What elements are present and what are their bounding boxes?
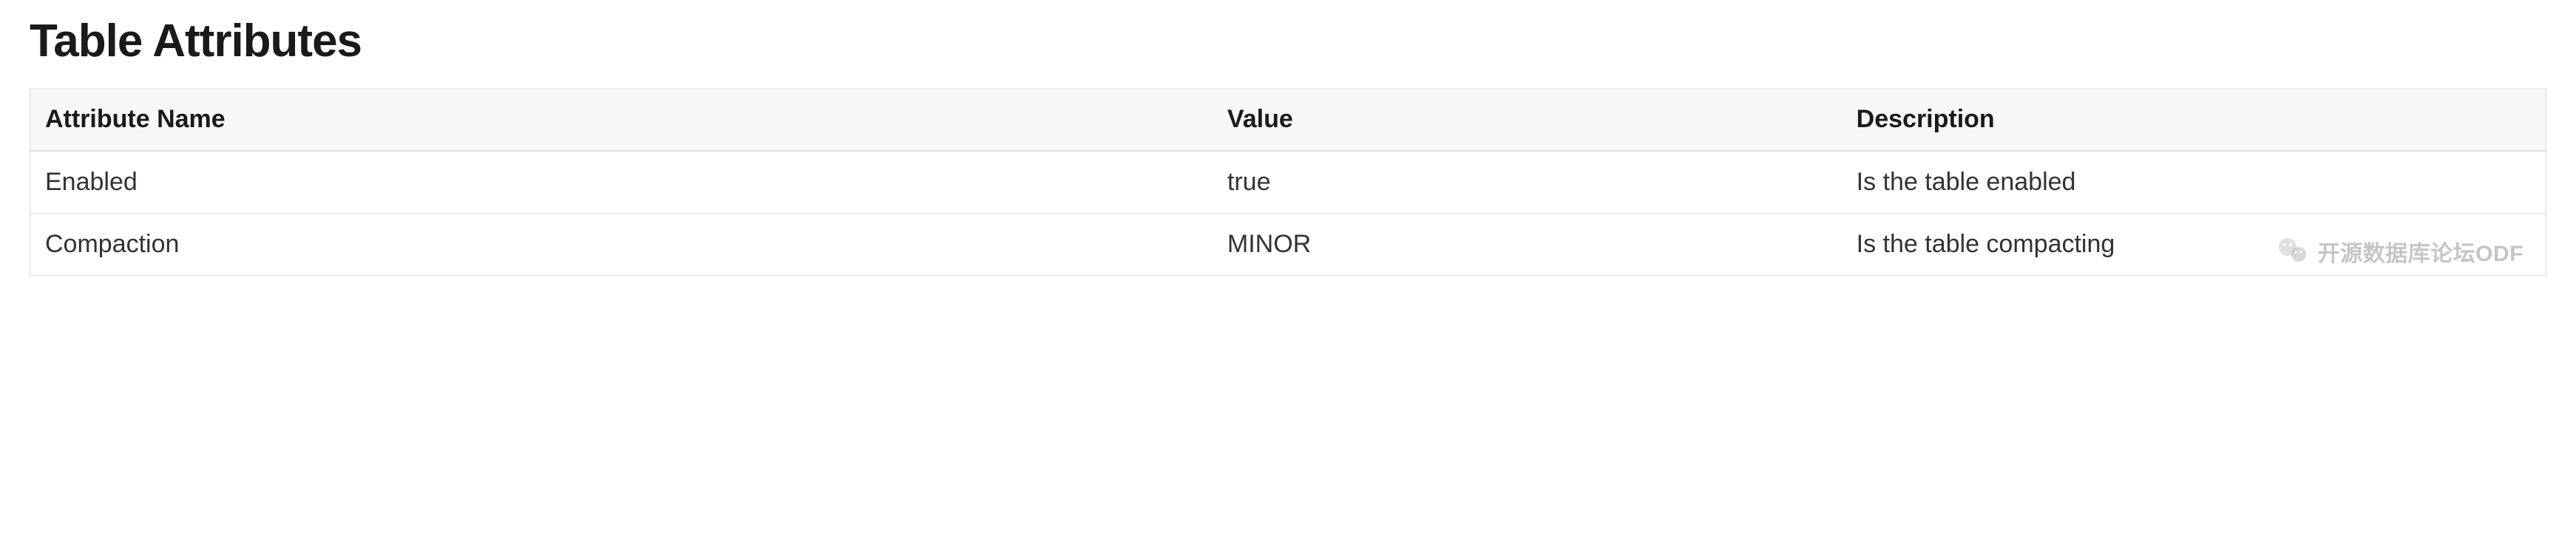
table-row: Compaction MINOR Is the table compacting…: [30, 214, 2546, 276]
table-row: Enabled true Is the table enabled: [30, 151, 2546, 214]
watermark-text: 开源数据库论坛ODF: [2318, 235, 2524, 268]
cell-attribute-value: true: [1213, 151, 1842, 214]
wechat-icon: [2275, 234, 2311, 269]
cell-attribute-value: MINOR: [1213, 214, 1842, 276]
page-title: Table Attributes: [30, 15, 2546, 67]
cell-description-text: Is the table compacting: [1857, 230, 2115, 258]
cell-attribute-name: Compaction: [30, 214, 1213, 276]
cell-attribute-description: Is the table enabled: [1842, 151, 2546, 214]
cell-attribute-name: Enabled: [30, 151, 1213, 214]
column-header-description: Description: [1842, 89, 2546, 152]
table-header-row: Attribute Name Value Description: [30, 89, 2546, 152]
column-header-value: Value: [1213, 89, 1842, 152]
cell-attribute-description: Is the table compacting 开源数据库论坛ODF: [1842, 214, 2546, 276]
attributes-table: Attribute Name Value Description Enabled…: [30, 88, 2546, 276]
watermark: 开源数据库论坛ODF: [2275, 234, 2524, 269]
column-header-name: Attribute Name: [30, 89, 1213, 152]
